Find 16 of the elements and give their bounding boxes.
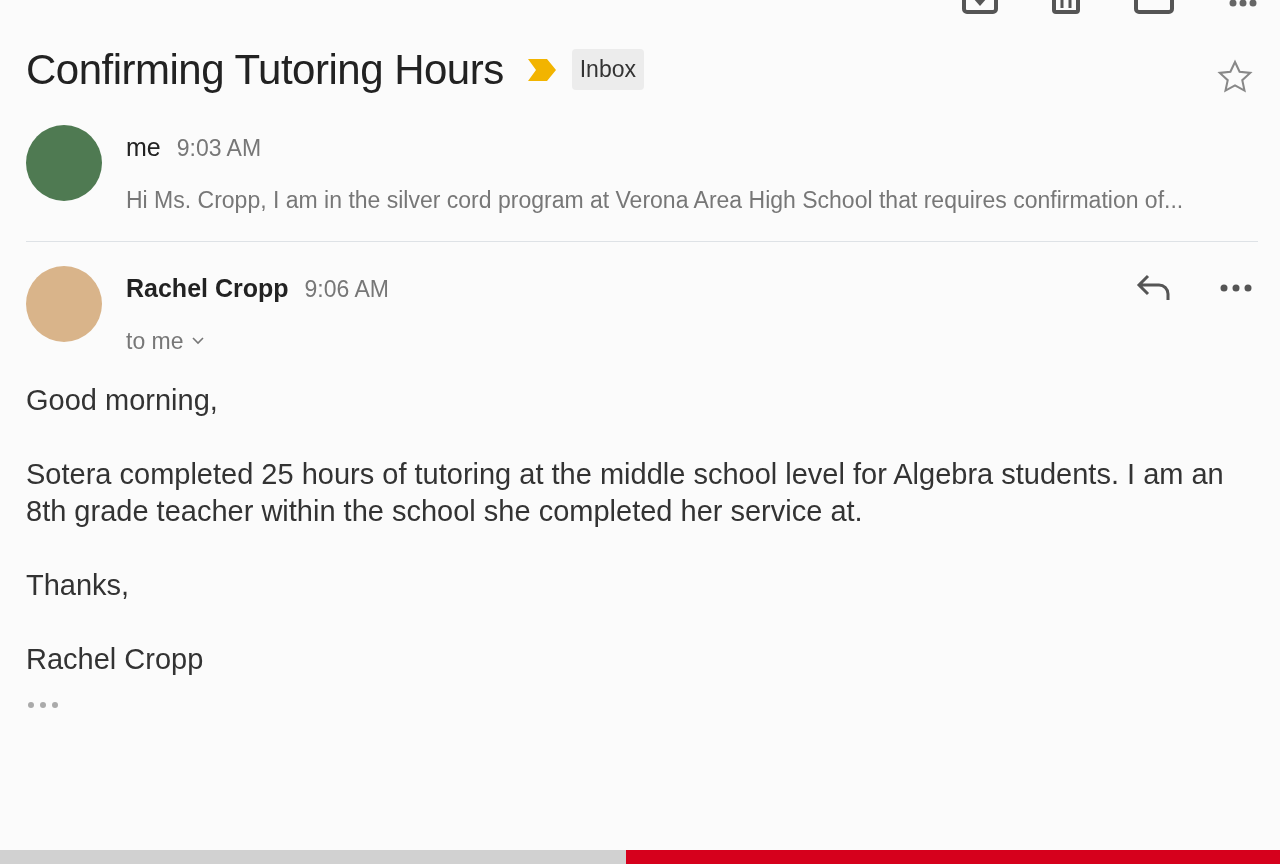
label-tag[interactable]: Inbox	[571, 49, 644, 90]
reply-icon[interactable]	[1136, 274, 1172, 302]
recipient-text: to me	[126, 326, 184, 356]
sender-name: me	[126, 132, 161, 163]
chevron-down-icon[interactable]	[191, 336, 204, 345]
message-time: 9:06 AM	[304, 275, 389, 304]
more-icon[interactable]	[1220, 284, 1252, 292]
message-snippet: Hi Ms. Cropp, I am in the silver cord program at Verona Area High School that requires confirmation of...	[126, 185, 1185, 215]
message-paragraph: Sotera completed 25 hours of tutoring at the middle school level for Algebra students. I am an 8th grade teacher within the school she completed her service at.	[26, 456, 1225, 530]
message-paragraph: Thanks,	[26, 568, 131, 604]
importance-marker-icon[interactable]	[525, 56, 558, 83]
sender-name: Rachel Cropp	[126, 273, 289, 304]
message-paragraph: Good morning,	[26, 383, 219, 418]
email-subject: Confirming Tutoring Hours	[26, 45, 504, 95]
message-time: 9:03 AM	[176, 134, 262, 163]
message-paragraph: Rachel Cropp	[26, 641, 205, 677]
